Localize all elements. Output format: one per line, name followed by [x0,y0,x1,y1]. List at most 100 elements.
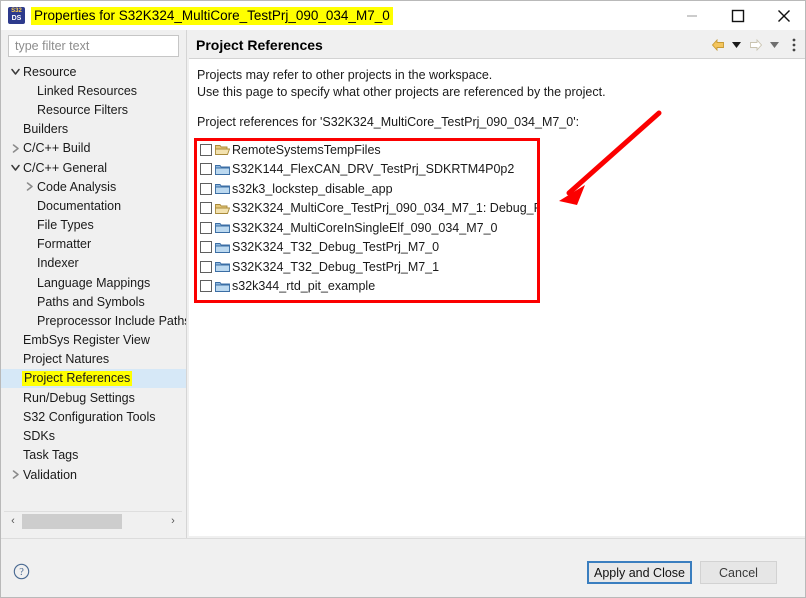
pane-divider[interactable] [186,30,187,538]
sidebar-item-task-tags[interactable]: Task Tags [1,446,186,465]
forward-arrow-icon[interactable] [748,35,763,55]
sidebar-item-validation[interactable]: Validation [1,465,186,484]
cancel-button[interactable]: Cancel [700,561,777,584]
sidebar-item-code-analysis[interactable]: Code Analysis [1,177,186,196]
chevron-down-icon[interactable] [8,62,22,81]
reference-list-item[interactable]: S32K324_T32_Debug_TestPrj_M7_1 [196,257,539,277]
reference-label: s32k344_rtd_pit_example [232,279,376,294]
scroll-right-arrow[interactable]: › [164,512,182,531]
window-title: Properties for S32K324_MultiCore_TestPrj… [31,6,393,25]
sidebar-item-sdks[interactable]: SDKs [1,427,186,446]
sidebar-item-s32-configuration-tools[interactable]: S32 Configuration Tools [1,407,186,426]
chevron-right-icon[interactable] [22,177,36,196]
sidebar-item-preprocessor-include-paths[interactable]: Preprocessor Include Paths [1,311,186,330]
back-chevron-down-icon[interactable] [729,35,744,55]
sidebar-item-label: Validation [23,467,77,482]
forward-chevron-down-icon[interactable] [767,35,782,55]
sidebar-item-documentation[interactable]: Documentation [1,196,186,215]
scroll-left-arrow[interactable]: ‹ [4,512,22,531]
settings-tree[interactable]: Resource Linked Resources Resource Filters… [1,62,186,507]
sidebar-item-label: Preprocessor Include Paths [37,314,186,329]
apply-and-close-button[interactable]: Apply and Close [587,561,692,584]
close-button[interactable] [761,1,805,30]
sidebar-horizontal-scrollbar[interactable]: ‹ › [4,511,182,530]
sidebar-item-resource-filters[interactable]: Resource Filters [1,100,186,119]
reference-checkbox[interactable] [200,202,212,215]
reference-list-item[interactable]: S32K324_MultiCore_TestPrj_090_034_M7_1: … [196,199,539,219]
reference-checkbox[interactable] [200,163,212,176]
folder-icon [215,163,230,176]
maximize-button[interactable] [715,1,761,30]
reference-label: S32K324_T32_Debug_TestPrj_M7_1 [232,259,440,274]
reference-list-item[interactable]: S32K144_FlexCAN_DRV_TestPrj_SDKRTM4P0p2 [196,160,539,180]
sidebar-item-file-types[interactable]: File Types [1,216,186,235]
sidebar-item-label: S32 Configuration Tools [23,409,156,424]
open-folder-icon [215,143,230,156]
reference-list-item[interactable]: S32K324_MultiCoreInSingleElf_090_034_M7_… [196,218,539,238]
sidebar-item-label: Resource Filters [37,102,128,117]
chevron-down-icon[interactable] [8,158,22,177]
sidebar-item-formatter[interactable]: Formatter [1,235,186,254]
reference-label: S32K144_FlexCAN_DRV_TestPrj_SDKRTM4P0p2 [232,162,515,177]
reference-checkbox[interactable] [200,221,212,234]
sidebar-item-label: Builders [23,122,69,137]
properties-dialog: Properties for S32K324_MultiCore_TestPrj… [0,0,806,598]
help-question-icon[interactable]: ? [13,563,30,580]
reference-list-item[interactable]: RemoteSystemsTempFiles [196,140,539,160]
sidebar-item-c-c-general[interactable]: C/C++ General [1,158,186,177]
sidebar-item-c-c-build[interactable]: C/C++ Build [1,139,186,158]
back-arrow-icon[interactable] [710,35,725,55]
sidebar-item-label: Language Mappings [37,275,151,290]
page-header: Project References [189,31,805,58]
chevron-right-icon[interactable] [8,465,22,484]
reference-checkbox[interactable] [200,260,212,273]
sidebar-item-label: Run/Debug Settings [23,390,135,405]
folder-icon [215,182,230,195]
chevron-right-icon[interactable] [8,139,22,158]
sidebar-item-label: Project References [22,371,133,387]
sidebar-item-label: Code Analysis [37,179,117,194]
sidebar-item-linked-resources[interactable]: Linked Resources [1,81,186,100]
sidebar-item-language-mappings[interactable]: Language Mappings [1,273,186,292]
filter-input[interactable]: type filter text [15,39,89,53]
sidebar-item-project-natures[interactable]: Project Natures [1,350,186,369]
scrollbar-track[interactable] [22,512,164,531]
reference-list-item[interactable]: S32K324_T32_Debug_TestPrj_M7_0 [196,238,539,258]
window-controls [669,1,805,30]
reference-label: S32K324_T32_Debug_TestPrj_M7_0 [232,240,440,255]
project-references-list[interactable]: RemoteSystemsTempFiles S32K144_FlexCAN_DR… [195,139,540,301]
sidebar-item-resource[interactable]: Resource [1,62,186,81]
reference-label: S32K324_MultiCoreInSingleElf_090_034_M7_… [232,220,498,235]
reference-label: s32k3_lockstep_disable_app [232,181,393,196]
sidebar-item-paths-and-symbols[interactable]: Paths and Symbols [1,292,186,311]
view-menu-icon[interactable] [786,35,801,55]
reference-list-item[interactable]: s32k3_lockstep_disable_app [196,179,539,199]
sidebar-item-project-references[interactable]: Project References [1,369,186,389]
sidebar-item-builders[interactable]: Builders [1,120,186,139]
svg-text:?: ? [19,567,24,578]
sidebar-item-run-debug-settings[interactable]: Run/Debug Settings [1,388,186,407]
sidebar-item-embsys-register-view[interactable]: EmbSys Register View [1,331,186,350]
folder-icon [215,221,230,234]
reference-checkbox[interactable] [200,143,212,156]
reference-list-item[interactable]: s32k344_rtd_pit_example [196,277,539,297]
reference-checkbox[interactable] [200,182,212,195]
s32ds-icon [8,7,25,24]
minimize-button[interactable] [669,1,715,30]
scrollbar-thumb[interactable] [22,513,122,529]
filter-input-wrapper[interactable]: type filter text [8,35,179,57]
folder-icon [215,260,230,273]
reference-checkbox[interactable] [200,280,212,293]
reference-checkbox[interactable] [200,241,212,254]
sidebar-item-indexer[interactable]: Indexer [1,254,186,273]
sidebar-item-label: C/C++ General [23,160,108,175]
